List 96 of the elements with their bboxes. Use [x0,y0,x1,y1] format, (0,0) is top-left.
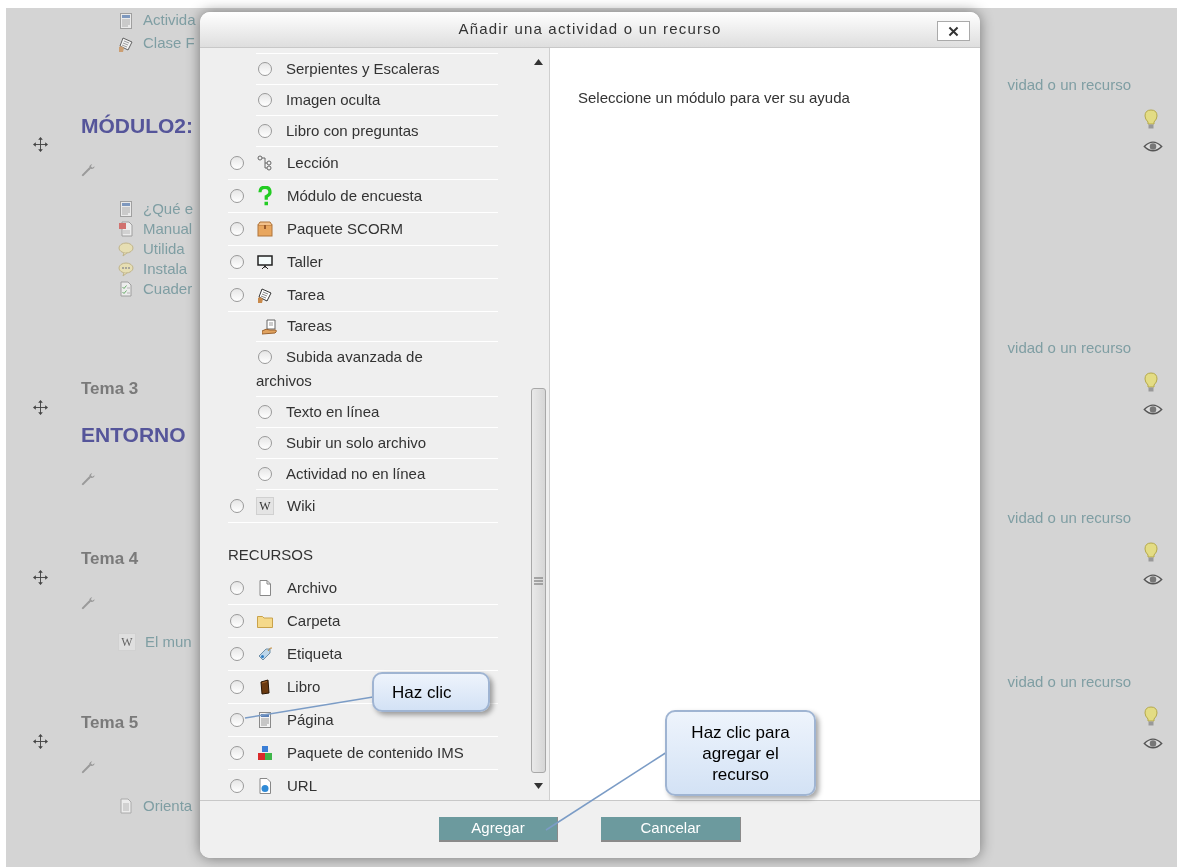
flowchart-icon [257,155,273,171]
globe-document-icon [257,778,273,794]
module-label[interactable]: Serpientes y Escaleras [256,57,461,81]
dialog-title: Añadir una actividad o un recurso [458,19,722,40]
module-label[interactable]: URL [287,774,317,798]
chat-bubble-icon [118,241,134,257]
hand-paper-icon [118,35,134,52]
radio-button[interactable] [230,614,244,628]
eye-icon [1143,403,1163,416]
radio-button[interactable] [258,93,272,107]
lightbulb-icon [1143,372,1159,394]
module-label[interactable]: Libro [287,675,321,699]
file-icon [257,580,273,596]
eye-icon [1143,737,1163,750]
callout-text: Haz clic [392,681,453,703]
callout-text: Haz clic para agregar el recurso [690,721,791,785]
radio-button[interactable] [230,647,244,661]
module-label[interactable]: Módulo de encuesta [287,184,423,208]
radio-button[interactable] [230,288,244,302]
hand-document-icon [262,318,278,335]
radio-button[interactable] [230,746,244,760]
scroll-up-arrow-icon [533,59,543,65]
tag-icon [257,646,273,662]
move-icon [33,137,48,152]
module-label[interactable]: Etiqueta [287,642,343,666]
radio-button[interactable] [230,779,244,793]
blocks-icon [257,745,273,761]
page-icon [118,201,134,217]
module-label[interactable]: Lección [287,151,339,175]
radio-button[interactable] [230,713,244,727]
module-label[interactable]: Subir un solo archivo [256,431,461,455]
presentation-board-icon [257,254,273,270]
module-label[interactable]: Actividad no en línea [256,462,461,486]
grip-icon [533,576,543,585]
wiki-glyph: W [118,633,136,651]
eye-icon [1143,140,1163,153]
checklist-icon [118,281,134,297]
radio-button[interactable] [230,499,244,513]
page-icon [118,12,134,29]
wrench-icon [81,594,96,610]
document-icon [118,798,134,814]
radio-button[interactable] [258,405,272,419]
module-label[interactable]: Taller [287,250,323,274]
module-label[interactable]: Subida avanzada de archivos [256,345,461,393]
module-label[interactable]: Página [287,708,334,732]
radio-button[interactable] [258,436,272,450]
module-label[interactable]: Paquete SCORM [287,217,403,241]
section-heading: Tema 4 [81,548,139,571]
pdf-icon [118,221,134,237]
lightbulb-icon [1143,542,1159,564]
wrench-icon [81,758,96,774]
eye-icon [1143,573,1163,586]
wiki-glyph: W [256,497,274,515]
section-heading: RECURSOS [228,544,313,565]
radio-button[interactable] [258,124,272,138]
radio-button[interactable] [230,680,244,694]
wrench-icon [81,161,96,177]
scroll-down-arrow-icon [533,783,543,789]
wrench-icon [81,470,96,486]
folder-icon [257,613,273,629]
module-label[interactable]: Tarea [287,283,325,307]
module-label[interactable]: Texto en línea [256,400,461,424]
radio-button[interactable] [258,350,272,364]
module-label[interactable]: Wiki [287,494,316,518]
module-label[interactable]: Carpeta [287,609,341,633]
radio-button[interactable] [230,189,244,203]
radio-button[interactable] [258,467,272,481]
hand-paper-icon [257,287,273,303]
section-heading: Tema 3 [81,378,139,401]
close-button[interactable] [937,21,970,41]
section-title: ENTORNO [81,422,186,449]
lightbulb-icon [1143,706,1159,728]
move-icon [33,570,48,585]
radio-button[interactable] [230,222,244,236]
move-icon [33,734,48,749]
chat-bubble-icon [118,261,134,277]
radio-button[interactable] [230,255,244,269]
group-label: Tareas [287,316,333,337]
question-mark-icon [255,186,275,206]
radio-button[interactable] [258,62,272,76]
move-icon [33,400,48,415]
package-icon [257,221,273,237]
radio-button[interactable] [230,156,244,170]
book-icon [257,679,273,695]
module-label[interactable]: Paquete de contenido IMS [287,741,464,765]
section-title: MÓDULO2: [81,113,193,140]
module-label[interactable]: Archivo [287,576,338,600]
radio-button[interactable] [230,581,244,595]
module-label[interactable]: Imagen oculta [256,88,461,112]
scrollbar-thumb[interactable] [530,388,546,773]
lightbulb-icon [1143,109,1159,131]
help-text: Seleccione un módulo para ver su ayuda [578,89,850,106]
close-icon [947,24,960,38]
page-icon [257,712,273,728]
section-heading: Tema 5 [81,712,139,735]
module-label[interactable]: Libro con preguntas [256,119,461,143]
